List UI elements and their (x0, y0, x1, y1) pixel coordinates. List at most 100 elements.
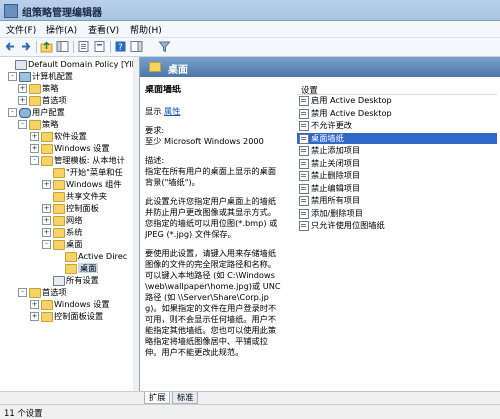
expand-icon[interactable]: + (30, 144, 39, 153)
tree-item[interactable]: 共享文件夹 (0, 191, 139, 202)
menu-view[interactable]: 查看(V) (88, 23, 119, 36)
forward-icon[interactable] (19, 40, 32, 53)
tree-item[interactable]: Active Direc (0, 251, 139, 262)
expand-icon[interactable]: + (42, 216, 51, 225)
tree-item-label: 控制面板设置 (54, 311, 104, 321)
tree-item[interactable]: - 策略 (0, 119, 139, 130)
folder-icon (29, 120, 41, 130)
setting-list-item[interactable]: 添加/删除项目 (297, 208, 497, 219)
setting-list-item[interactable]: 启用 Active Desktop (297, 95, 497, 106)
filter-icon[interactable] (158, 40, 171, 53)
setting-list-item[interactable]: 只允许使用位图墙纸 (297, 220, 497, 231)
tree-item[interactable]: + 控制面板设置 (0, 311, 139, 322)
menu-file[interactable]: 文件(F) (6, 23, 36, 36)
expand-icon[interactable]: + (30, 300, 39, 309)
setting-list-item[interactable]: 禁止关闭项目 (297, 158, 497, 169)
setting-icon (299, 108, 309, 119)
tree-horizontal-scrollbar[interactable] (0, 391, 140, 404)
show-label: 显示 (145, 106, 162, 116)
setting-list-item[interactable]: 禁止删除项目 (297, 170, 497, 181)
expand-icon[interactable]: + (18, 96, 27, 105)
expand-icon[interactable]: + (18, 84, 27, 93)
tree-item[interactable]: + Windows 设置 (0, 143, 139, 154)
status-text: 11 个设置 (4, 408, 43, 418)
show-hide-tree-icon[interactable] (56, 40, 69, 53)
tree-item[interactable]: - 计算机配置 (0, 71, 139, 82)
tree-item[interactable]: - 用户配置 (0, 107, 139, 118)
tree-item[interactable]: + 策略 (0, 83, 139, 94)
tree-item[interactable]: + 系统 (0, 227, 139, 238)
tree-item[interactable]: - 管理模板: 从本地计 (0, 155, 139, 166)
title-bar: 组策略管理编辑器 (0, 0, 500, 21)
setting-icon (299, 171, 309, 181)
show-pane-icon[interactable] (130, 40, 143, 53)
tree-item[interactable]: + Windows 设置 (0, 299, 139, 310)
setting-icon (299, 183, 309, 194)
properties-icon[interactable] (93, 40, 106, 53)
expand-icon[interactable]: + (42, 204, 51, 213)
tree-item-label: 首选项 (42, 95, 67, 105)
tree-item[interactable]: - 首选项 (0, 287, 139, 298)
tree-item-label: 计算机配置 (32, 71, 73, 81)
properties-link[interactable]: 属性 (164, 106, 180, 116)
tab-standard[interactable]: 标准 (172, 392, 199, 404)
up-folder-icon[interactable] (40, 40, 53, 53)
collapse-icon[interactable]: - (30, 156, 39, 165)
folder-icon (65, 264, 77, 274)
tree-item-label: 所有设置 (66, 275, 99, 285)
tree-item[interactable]: + 软件设置 (0, 131, 139, 142)
back-icon[interactable] (4, 40, 17, 53)
tree-item[interactable]: 所有设置 (0, 275, 139, 286)
tree-item-label: Windows 设置 (54, 143, 110, 153)
folder-icon (149, 62, 161, 72)
tree-item[interactable]: + 首选项 (0, 95, 139, 106)
expand-icon[interactable]: + (30, 132, 39, 141)
setting-list-item-label: 禁止添加项目 (311, 145, 361, 155)
collapse-icon[interactable]: - (8, 72, 17, 81)
tree-item-label: "开始"菜单和任 (66, 167, 123, 177)
tree-item[interactable]: Default Domain Policy [YIN-2 (0, 59, 139, 70)
setting-list-item[interactable]: 桌面墙纸 (297, 132, 497, 144)
tab-extended[interactable]: 扩展 (144, 392, 171, 404)
folder-icon (53, 216, 65, 226)
setting-icon (299, 208, 309, 219)
folder-icon (53, 180, 65, 190)
menu-help[interactable]: 帮助(H) (130, 23, 162, 36)
tree-item-label: 用户配置 (32, 107, 65, 117)
tree-item[interactable]: + 网络 (0, 215, 139, 226)
setting-list-item[interactable]: 不允许更改 (297, 120, 497, 131)
description-para-2: 要使用此设置，请键入用来存储墙纸图像的文件的完全限定路径和名称。可以键入本地路径… (145, 248, 281, 357)
tree-scrollbar[interactable] (133, 57, 139, 391)
setting-list-item[interactable]: 禁止添加项目 (297, 145, 497, 156)
setting-list-item-label: 禁用所有项目 (311, 195, 361, 205)
export-list-icon[interactable] (77, 40, 90, 53)
app-icon (4, 4, 18, 18)
description-text: 指定在所有用户的桌面上显示的桌面背景("墙纸")。 (145, 166, 277, 187)
tree-item[interactable]: "开始"菜单和任 (0, 167, 139, 178)
expand-icon[interactable]: + (42, 180, 51, 189)
computer-icon (19, 72, 31, 82)
list-column-header[interactable]: 设置 (297, 83, 497, 95)
status-bar: 11 个设置 (0, 404, 500, 419)
setting-list-item[interactable]: 禁用所有项目 (297, 195, 497, 206)
collapse-icon[interactable]: - (42, 240, 51, 249)
collapse-icon[interactable]: - (18, 288, 27, 297)
menu-action[interactable]: 操作(A) (46, 23, 77, 36)
tree-item[interactable]: 桌面 (0, 263, 139, 274)
expand-icon[interactable]: + (30, 312, 39, 321)
setting-list-item-label: 禁用 Active Desktop (311, 107, 392, 118)
tree-item[interactable]: + 控制面板 (0, 203, 139, 214)
setting-list-item[interactable]: 禁用 Active Desktop (297, 108, 497, 119)
collapse-icon[interactable]: - (8, 108, 17, 117)
collapse-icon[interactable]: - (18, 120, 27, 129)
setting-icon (299, 196, 309, 206)
tree-item-label: 软件设置 (54, 131, 87, 141)
expand-icon[interactable]: + (42, 228, 51, 237)
tree-item[interactable]: - 桌面 (0, 239, 139, 250)
show-properties-line: 显示 属性 (145, 106, 283, 117)
tree-item[interactable]: + Windows 组件 (0, 179, 139, 190)
setting-icon (299, 121, 309, 131)
settings-list: 启用 Active Desktop 禁用 Active Desktop 不允许更改桌… (297, 95, 497, 375)
help-icon[interactable]: ? (114, 40, 127, 53)
setting-list-item[interactable]: 禁止编辑项目 (297, 183, 497, 194)
